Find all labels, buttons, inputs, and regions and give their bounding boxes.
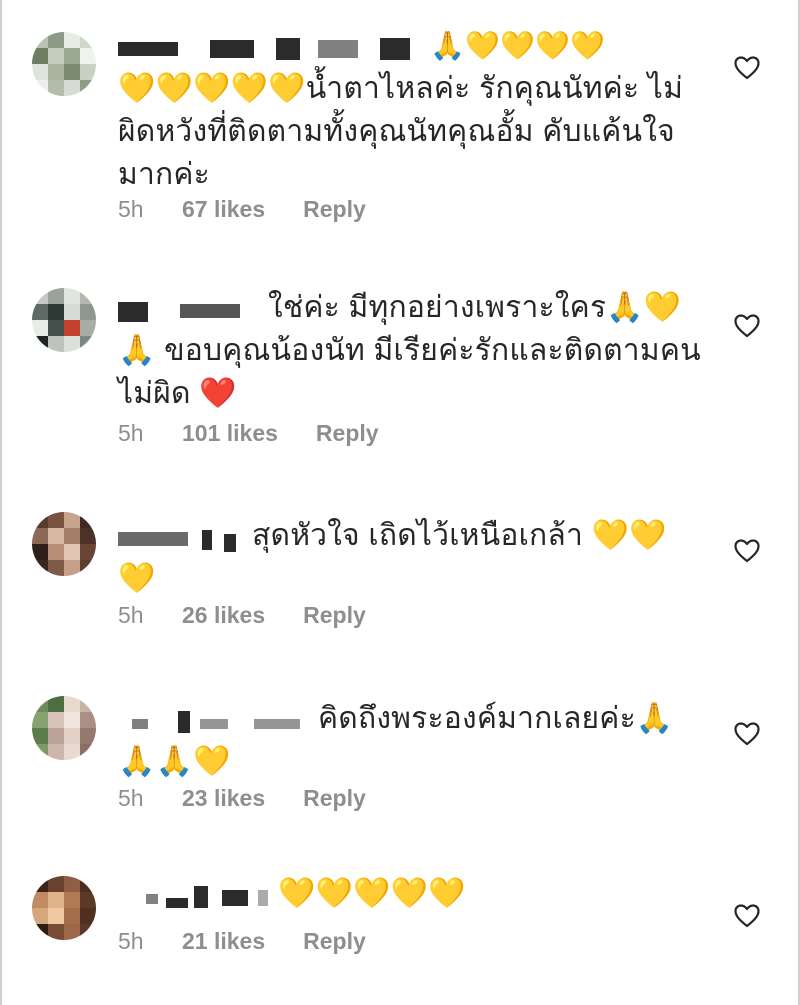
comment-text-line: ไม่ผิด ❤️ (118, 377, 237, 410)
likes-count[interactable]: 21 likes (182, 928, 265, 955)
comment-time: 5h (118, 420, 144, 446)
avatar[interactable] (32, 696, 96, 760)
heart-outline-icon[interactable] (734, 539, 760, 563)
comment-text-line: ใช่ค่ะ มีทุกอย่างเพราะใคร🙏💛 (268, 291, 682, 324)
comment-text-line: มากค่ะ (118, 158, 210, 191)
comment-text-line: 💛💛💛💛💛 (278, 877, 466, 910)
avatar[interactable] (32, 512, 96, 576)
username-redacted[interactable] (118, 880, 274, 910)
username-redacted[interactable] (118, 705, 314, 735)
avatar[interactable] (32, 876, 96, 940)
username-redacted[interactable] (118, 522, 248, 553)
avatar[interactable] (32, 288, 96, 352)
comments-panel: 🙏💛💛💛💛 💛💛💛💛💛น้ำตาไหลค่ะ รักคุณนัทค่ะ ไม่ … (0, 0, 800, 1005)
comment-body: สุดหัวใจ เถิดไว้เหนือเกล้า 💛💛 💛 (118, 514, 688, 600)
comment-text-line: สุดหัวใจ เถิดไว้เหนือเกล้า 💛💛 (252, 519, 667, 552)
comment-body: ใช่ค่ะ มีทุกอย่างเพราะใคร🙏💛 🙏 ขอบคุณน้อง… (118, 286, 701, 415)
comment-meta: 5h 67 likes Reply (118, 196, 366, 223)
username-redacted[interactable] (118, 294, 264, 324)
comment-text-line: 🙏 ขอบคุณน้องนัท มีเรียค่ะรักและติดตามคน (118, 334, 701, 367)
comment-meta: 5h 21 likes Reply (118, 928, 366, 955)
comment-text-line: 🙏🙏💛 (118, 745, 231, 778)
comment-meta: 5h 26 likes Reply (118, 602, 366, 629)
likes-count[interactable]: 67 likes (182, 196, 265, 223)
comment-time: 5h (118, 602, 144, 628)
comment-text-line: 💛 (118, 562, 156, 595)
avatar[interactable] (32, 32, 96, 96)
heart-outline-icon[interactable] (734, 314, 760, 338)
comment-time: 5h (118, 196, 144, 222)
likes-count[interactable]: 23 likes (182, 785, 265, 812)
comment-text-line: ผิดหวังที่ติดตามทั้งคุณนัทคุณอั้ม คับแค้… (118, 115, 675, 148)
comment-text-line: 💛💛💛💛💛น้ำตาไหลค่ะ รักคุณนัทค่ะ ไม่ (118, 72, 684, 105)
reply-button[interactable]: Reply (303, 785, 366, 812)
reply-button[interactable]: Reply (303, 196, 366, 223)
likes-count[interactable]: 26 likes (182, 602, 265, 629)
comment-time: 5h (118, 785, 144, 811)
reply-button[interactable]: Reply (316, 420, 379, 447)
comment-time: 5h (118, 928, 144, 954)
comment-body: 💛💛💛💛💛 (118, 872, 688, 915)
comment-body: คิดถึงพระองค์มากเลยค่ะ🙏 🙏🙏💛 (118, 697, 688, 783)
comment-text-line: 🙏💛💛💛💛 (430, 29, 606, 62)
reply-button[interactable]: Reply (303, 928, 366, 955)
likes-count[interactable]: 101 likes (182, 420, 278, 447)
heart-outline-icon[interactable] (734, 722, 760, 746)
heart-outline-icon[interactable] (734, 56, 760, 80)
comment-text-line: คิดถึงพระองค์มากเลยค่ะ🙏 (318, 702, 674, 735)
comment-body: 🙏💛💛💛💛 💛💛💛💛💛น้ำตาไหลค่ะ รักคุณนัทค่ะ ไม่ … (118, 24, 688, 196)
reply-button[interactable]: Reply (303, 602, 366, 629)
comment-meta: 5h 101 likes Reply (118, 420, 379, 447)
comment-meta: 5h 23 likes Reply (118, 785, 366, 812)
username-redacted[interactable] (118, 32, 426, 62)
heart-outline-icon[interactable] (734, 904, 760, 928)
